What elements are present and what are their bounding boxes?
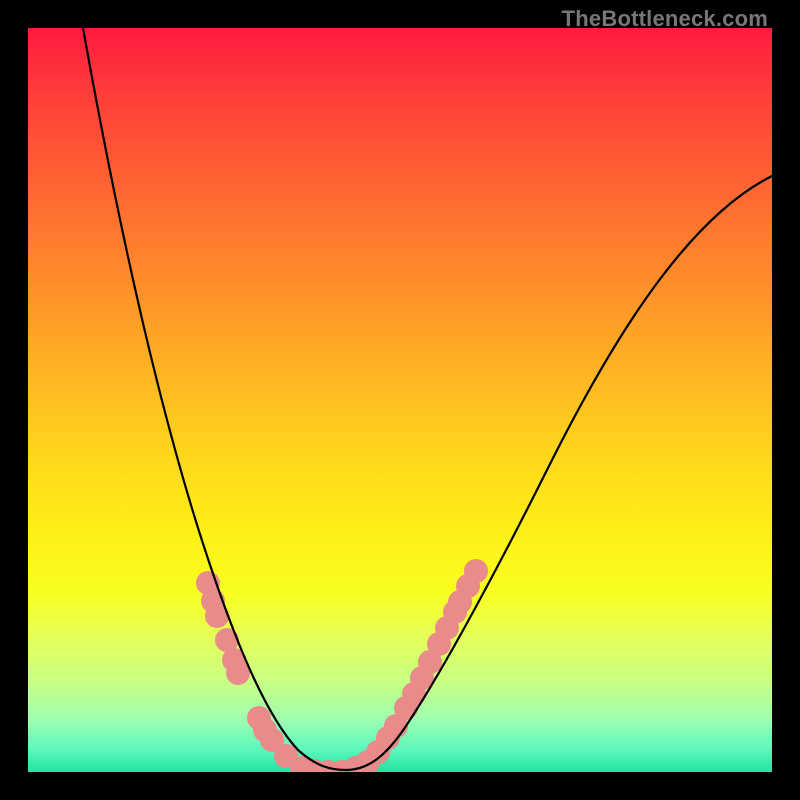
chart-svg xyxy=(28,28,772,772)
data-marker xyxy=(226,661,250,685)
data-marker xyxy=(464,559,488,583)
chart-container: TheBottleneck.com xyxy=(0,0,800,800)
plot-area xyxy=(28,28,772,772)
